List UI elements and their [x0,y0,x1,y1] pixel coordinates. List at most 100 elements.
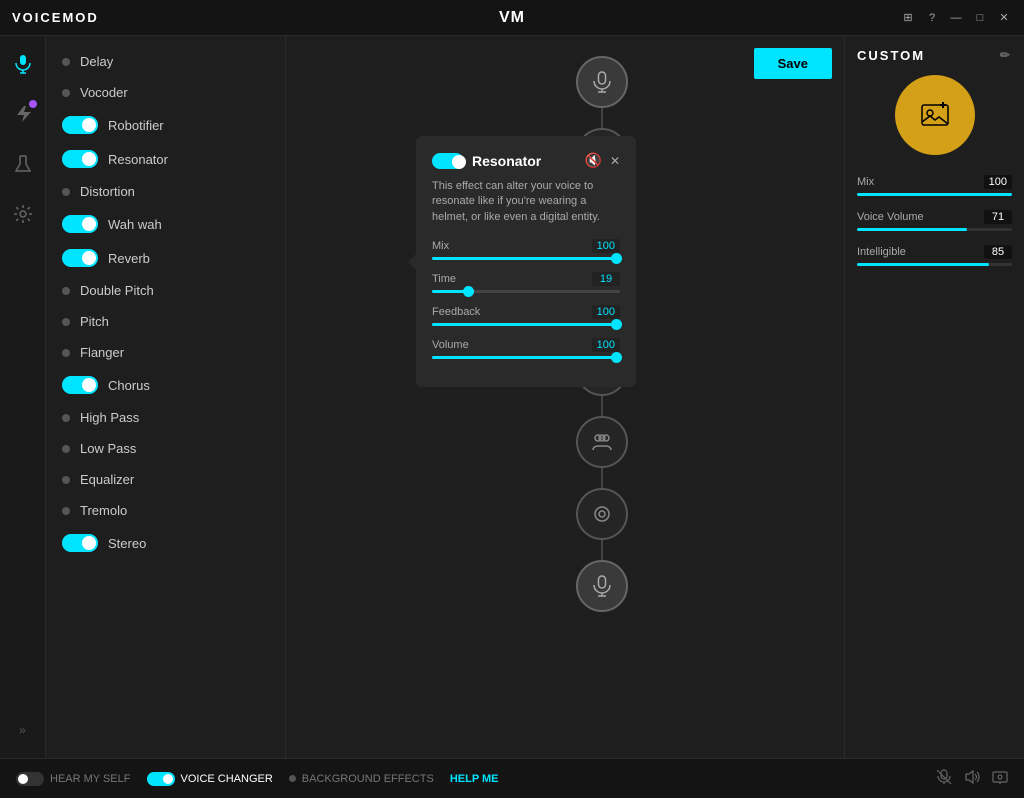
effect-item-wah-wah[interactable]: Wah wah [46,207,285,241]
minimize-btn[interactable]: — [948,10,964,26]
effect-item-flanger[interactable]: Flanger [46,337,285,368]
chain-line [601,540,603,560]
param-label-volume: Volume [432,339,469,351]
chain-node-ring[interactable] [576,488,628,540]
right-slider-track-voice-volume[interactable] [857,228,1012,231]
param-row-feedback: Feedback 100 [432,305,620,326]
maximize-btn[interactable]: □ [972,10,988,26]
toggle-pitch[interactable] [62,318,70,326]
popup-description: This effect can alter your voice to reso… [432,179,620,225]
close-btn[interactable]: ✕ [996,10,1012,26]
chain-line [601,396,603,416]
toggle-delay[interactable] [62,58,70,66]
toggle-stereo[interactable] [62,534,98,552]
effect-item-delay[interactable]: Delay [46,46,285,77]
close-icon[interactable]: ✕ [610,154,620,168]
chain-node-mic-top[interactable] [576,56,628,108]
save-button[interactable]: Save [754,48,832,79]
effect-item-double-pitch[interactable]: Double Pitch [46,275,285,306]
help-icon[interactable]: ? [924,10,940,26]
effect-item-tremolo[interactable]: Tremolo [46,495,285,526]
volume-icon[interactable] [964,769,980,788]
popup-toggle[interactable] [432,153,464,169]
effect-label-flanger: Flanger [80,345,124,360]
effect-label-resonator: Resonator [108,152,168,167]
sidebar-item-mic[interactable] [7,48,39,80]
chain-node-choir[interactable] [576,416,628,468]
sidebar-item-flask[interactable] [7,148,39,180]
help-me-link[interactable]: HELP ME [450,773,499,785]
slider-thumb-mix[interactable] [611,253,622,264]
effect-label-stereo: Stereo [108,536,146,551]
param-value-feedback: 100 [592,305,620,319]
effect-item-robotifier[interactable]: Robotifier [46,108,285,142]
slider-track-volume[interactable] [432,356,620,359]
right-param-value-voice-volume: 71 [984,210,1012,224]
slider-thumb-feedback[interactable] [611,319,622,330]
settings-icon[interactable] [992,769,1008,788]
effect-item-distortion[interactable]: Distortion [46,176,285,207]
right-param-label-row-mix: Mix 100 [857,175,1012,189]
effect-label-double-pitch: Double Pitch [80,283,154,298]
toggle-low-pass[interactable] [62,445,70,453]
effect-label-high-pass: High Pass [80,410,139,425]
toggle-reverb[interactable] [62,249,98,267]
toggle-double-pitch[interactable] [62,287,70,295]
toggle-wah-wah[interactable] [62,215,98,233]
toggle-chorus[interactable] [62,376,98,394]
mic-mute-icon[interactable] [936,769,952,788]
effect-label-pitch: Pitch [80,314,109,329]
effect-item-resonator[interactable]: Resonator [46,142,285,176]
slider-track-time[interactable] [432,290,620,293]
right-param-value-mix: 100 [984,175,1012,189]
chain-node-mic-bottom[interactable] [576,560,628,612]
bottom-bar: HEAR MY SELF VOICE CHANGER BACKGROUND EF… [0,758,1024,798]
window-controls: ⊞ ? — □ ✕ [900,10,1012,26]
slider-track-mix[interactable] [432,257,620,260]
param-label-row-time: Time 19 [432,272,620,286]
effect-label-chorus: Chorus [108,378,150,393]
toggle-high-pass[interactable] [62,414,70,422]
custom-image-btn[interactable] [895,75,975,155]
effect-item-stereo[interactable]: Stereo [46,526,285,560]
right-param-label-row-voice-volume: Voice Volume 71 [857,210,1012,224]
sidebar-expand[interactable]: » [7,714,39,746]
popup-arrow [408,254,416,270]
effect-label-vocoder: Vocoder [80,85,128,100]
background-effects-dot [289,775,296,782]
effect-item-chorus[interactable]: Chorus [46,368,285,402]
effect-item-low-pass[interactable]: Low Pass [46,433,285,464]
toggle-resonator[interactable] [62,150,98,168]
settings-icon[interactable]: ⊞ [900,10,916,26]
param-label-time: Time [432,273,456,285]
effect-item-reverb[interactable]: Reverb [46,241,285,275]
hear-myself-label: HEAR MY SELF [50,773,131,785]
slider-fill-volume [432,356,620,359]
right-panel-title: CUSTOM ✏ [857,48,1012,63]
right-params: Mix 100 Voice Volume 71 [857,175,1012,280]
slider-thumb-volume[interactable] [611,352,622,363]
hear-myself-toggle[interactable] [16,772,44,786]
voice-changer-toggle[interactable] [147,772,175,786]
toggle-vocoder[interactable] [62,89,70,97]
effect-item-equalizer[interactable]: Equalizer [46,464,285,495]
slider-track-feedback[interactable] [432,323,620,326]
toggle-tremolo[interactable] [62,507,70,515]
right-slider-track-intelligible[interactable] [857,263,1012,266]
popup-close-btn[interactable]: 🔇 ✕ [585,152,621,169]
edit-icon[interactable]: ✏ [1000,48,1012,63]
sidebar-item-lightning[interactable] [7,98,39,130]
effect-label-wah-wah: Wah wah [108,217,162,232]
toggle-robotifier[interactable] [62,116,98,134]
param-row-time: Time 19 [432,272,620,293]
toggle-distortion[interactable] [62,188,70,196]
effect-item-pitch[interactable]: Pitch [46,306,285,337]
right-slider-track-mix[interactable] [857,193,1012,196]
effect-item-vocoder[interactable]: Vocoder [46,77,285,108]
slider-thumb-time[interactable] [463,286,474,297]
effect-item-high-pass[interactable]: High Pass [46,402,285,433]
sidebar-item-settings[interactable] [7,198,39,230]
popup-title-row: Resonator [432,153,541,169]
toggle-flanger[interactable] [62,349,70,357]
toggle-equalizer[interactable] [62,476,70,484]
